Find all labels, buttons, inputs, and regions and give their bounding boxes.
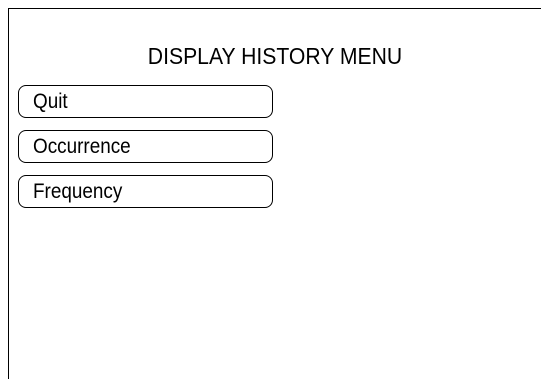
quit-button[interactable]: Quit [18, 85, 273, 118]
page-title: DISPLAY HISTORY MENU [147, 43, 403, 69]
quit-button-label: Quit [33, 90, 68, 113]
occurrence-button[interactable]: Occurrence [18, 130, 273, 163]
display-history-menu-screen: DISPLAY HISTORY MENU Quit Occurrence Fre… [8, 8, 541, 379]
occurrence-button-label: Occurrence [33, 135, 131, 158]
frequency-button[interactable]: Frequency [18, 175, 273, 208]
history-menu: Quit Occurrence Frequency [18, 85, 273, 220]
frequency-button-label: Frequency [33, 180, 123, 203]
